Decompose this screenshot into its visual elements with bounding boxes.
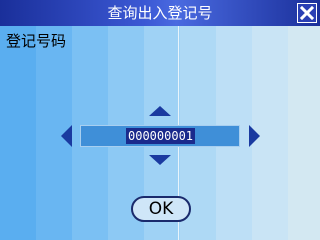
registration-number-value[interactable]: 000000001	[126, 128, 196, 144]
window-title: 查询出入登记号	[107, 4, 213, 22]
arrow-right-icon[interactable]	[249, 125, 260, 147]
registration-number-label: 登记号码	[6, 32, 67, 50]
ok-button[interactable]: OK	[131, 196, 191, 222]
arrow-down-icon[interactable]	[149, 155, 171, 165]
arrow-left-icon[interactable]	[61, 125, 72, 147]
close-icon	[300, 6, 314, 20]
dialog-screen: 查询出入登记号 登记号码 000000001 OK	[0, 0, 320, 240]
arrow-up-icon[interactable]	[149, 106, 171, 116]
close-button[interactable]	[297, 3, 317, 23]
